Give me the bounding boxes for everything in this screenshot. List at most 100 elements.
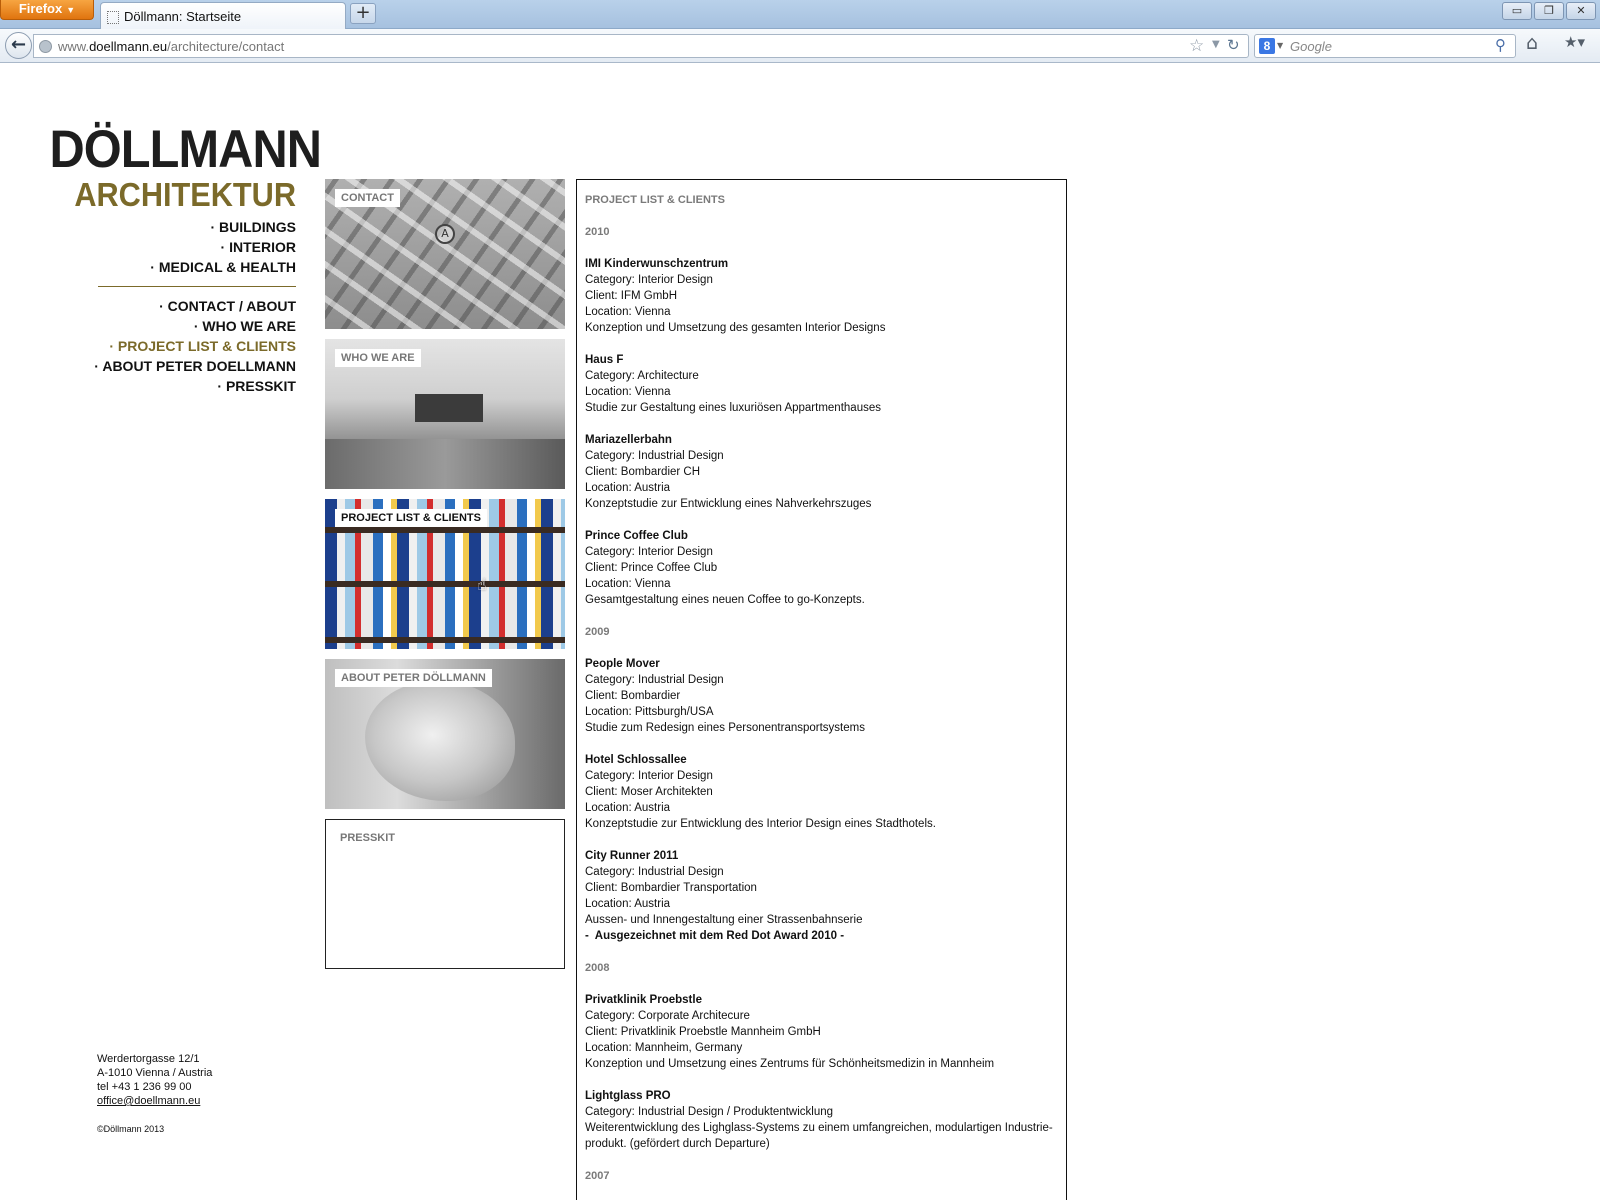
project-entry: People Mover Category: Industrial Design C… [585,656,1058,736]
home-icon[interactable]: ⌂ [1526,32,1538,54]
hand-cursor-icon: ☝ [477,575,487,594]
browser-tab[interactable]: Döllmann: Startseite [100,2,346,30]
project-detail: Client: Bombardier CH [585,466,701,478]
menu-divider [98,286,296,287]
shelf [325,527,565,533]
menu-item-contact-about[interactable]: · CONTACT / ABOUT [60,296,296,316]
address-bar[interactable]: www.doellmann.eu/architecture/contact ☆ … [33,34,1249,58]
project-detail: Location: Austria [585,898,671,910]
project-entry: Lightglass PRO Category: Industrial Desig… [585,1088,1058,1152]
year-heading: 2007 [585,1170,610,1182]
project-detail: Weiterentwicklung des Lighglass-Systems … [585,1122,1053,1134]
primary-menu: · BUILDINGS · INTERIOR · MEDICAL & HEALT… [60,217,296,277]
new-tab-button[interactable]: + [350,3,376,24]
project-detail: Studie zum Redesign eines Personentransp… [585,722,865,734]
shelf [325,637,565,643]
shelf [325,581,565,587]
url-prefix: www. [58,39,90,54]
project-title: Hotel Schlossallee [585,754,687,766]
tile-project-list[interactable]: PROJECT LIST & CLIENTS ☝ [325,499,565,649]
tile-projects-label: PROJECT LIST & CLIENTS [335,509,487,527]
email-link[interactable]: office@doellmann.eu [97,1094,212,1108]
firefox-menu-button[interactable]: Firefox ▼ [0,0,94,20]
project-detail: Category: Interior Design [585,770,713,782]
menu-item-presskit[interactable]: · PRESSKIT [60,376,296,396]
address-city: A-1010 Vienna / Austria [97,1067,213,1079]
contact-address: Werdertorgasse 12/1 A-1010 Vienna / Aust… [97,1052,212,1108]
project-detail: Category: Industrial Design [585,866,724,878]
tile-about-label: ABOUT PETER DÖLLMANN [335,669,492,687]
magnifier-icon[interactable]: ⚲ [1495,36,1506,54]
project-detail: Location: Austria [585,482,671,494]
project-group-2008: Privatklinik Proebstle Category: Corporat… [585,992,1058,1152]
project-detail: Location: Vienna [585,578,671,590]
tile-presskit[interactable]: PRESSKIT [325,819,565,969]
project-detail: Konzeption und Umsetzung des gesamten In… [585,322,886,334]
reload-icon[interactable]: ↻ [1227,36,1240,54]
office-photo-desks [325,439,565,489]
url-host: doellmann.eu [89,39,168,54]
copyright: ©Döllmann 2013 [97,1124,165,1134]
history-dropdown-icon[interactable]: ▼ [1212,39,1220,50]
project-award: - Ausgezeichnet mit dem Red Dot Award 20… [585,930,845,942]
project-title: Mariazellerbahn [585,434,672,446]
menu-item-who-we-are[interactable]: · WHO WE ARE [60,316,296,336]
panel-heading: PROJECT LIST & CLIENTS [585,194,725,206]
year-heading: 2008 [585,962,610,974]
year-heading: 2009 [585,626,610,638]
project-detail: Category: Interior Design [585,274,713,286]
address-tel: tel +43 1 236 99 00 [97,1081,192,1093]
close-window-button[interactable]: ✕ [1566,2,1596,20]
arrow-left-icon: ← [10,34,27,55]
tile-who-label: WHO WE ARE [335,349,421,367]
project-group-2009: People Mover Category: Industrial Design C… [585,656,1058,944]
chevron-down-icon: ▼ [66,5,76,15]
bookmarks-menu-icon[interactable]: ★▾ [1564,33,1592,55]
map-marker-icon: A [435,224,455,244]
favicon-icon [107,11,119,24]
restore-button[interactable]: ❐ [1534,2,1564,20]
office-photo-board [415,394,483,422]
bookmark-star-icon[interactable]: ☆ [1189,36,1204,56]
portrait-photo [365,681,515,801]
project-detail: Gesamtgestaltung eines neuen Coffee to g… [585,594,865,606]
menu-item-medical-health[interactable]: · MEDICAL & HEALTH [60,257,296,277]
project-entry: Privatklinik Proebstle Category: Corporat… [585,992,1058,1072]
project-title: Lightglass PRO [585,1090,671,1102]
secondary-menu: · CONTACT / ABOUT · WHO WE ARE · PROJECT… [60,296,296,396]
project-detail: Location: Vienna [585,386,671,398]
project-detail: Client: Moser Architekten [585,786,713,798]
menu-item-about-peter[interactable]: · ABOUT PETER DOELLMANN [60,356,296,376]
chevron-down-icon[interactable]: ▼ [1277,41,1283,50]
project-detail: Client: Bombardier [585,690,681,702]
search-bar[interactable]: 8 ▼ Google ⚲ [1254,34,1516,58]
project-detail: Location: Pittsburgh/USA [585,706,714,718]
tile-contact[interactable]: A CONTACT [325,179,565,329]
project-detail: Location: Mannheim, Germany [585,1042,743,1054]
year-heading: 2010 [585,226,610,238]
tile-who-we-are[interactable]: WHO WE ARE [325,339,565,489]
menu-item-buildings[interactable]: · BUILDINGS [60,217,296,237]
project-title: City Runner 2011 [585,850,679,862]
project-detail: Konzeption und Umsetzung eines Zentrums … [585,1058,995,1070]
back-button[interactable]: ← [5,32,32,59]
tile-about-peter[interactable]: ABOUT PETER DÖLLMANN [325,659,565,809]
navigation-toolbar: ← www.doellmann.eu/architecture/contact … [0,29,1600,63]
url-text[interactable]: www.doellmann.eu/architecture/contact [58,39,284,54]
project-detail: Studie zur Gestaltung eines luxuriösen A… [585,402,881,414]
project-title: People Mover [585,658,660,670]
google-icon[interactable]: 8 [1259,38,1275,54]
menu-item-interior[interactable]: · INTERIOR [60,237,296,257]
project-title: Prince Coffee Club [585,530,688,542]
project-detail: Category: Corporate Architecure [585,1010,750,1022]
project-detail: Konzeptstudie zur Entwicklung eines Nahv… [585,498,872,510]
project-entry: City Runner 2011 Category: Industrial Des… [585,848,1058,944]
search-placeholder[interactable]: Google [1290,39,1332,54]
minimize-button[interactable]: ▭ [1502,2,1532,20]
url-path: /architecture/contact [167,39,285,54]
project-title: Haus F [585,354,624,366]
site-logo[interactable]: DÖLLMANN ARCHITEKTUR [28,123,322,213]
menu-item-project-list[interactable]: · PROJECT LIST & CLIENTS [60,336,296,356]
project-entry: IMI Kinderwunschzentrum Category: Interio… [585,256,1058,336]
project-group-2010: IMI Kinderwunschzentrum Category: Interio… [585,256,1058,608]
